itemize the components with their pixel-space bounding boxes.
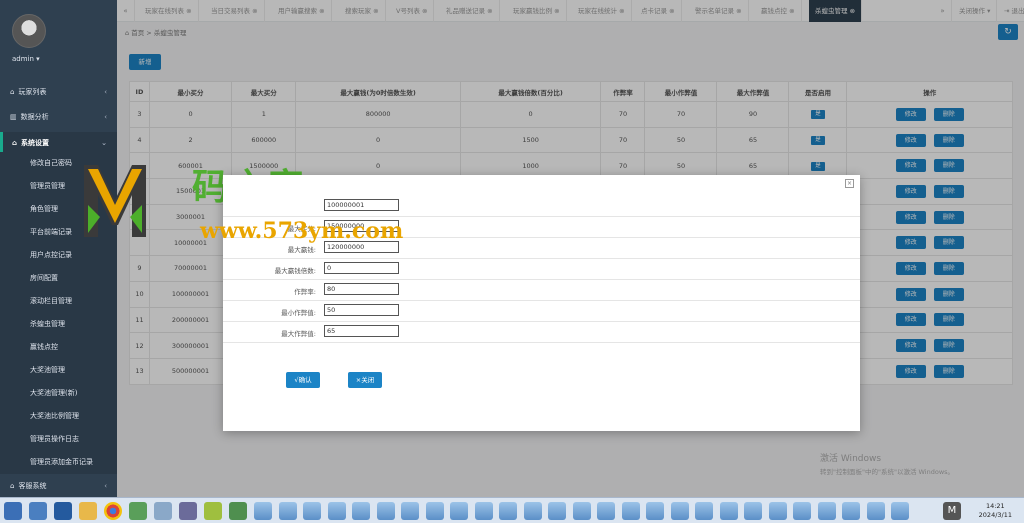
submenu-item[interactable]: 大奖池比例管理 (0, 405, 117, 427)
min-buy-input[interactable] (324, 199, 399, 211)
submenu-item[interactable]: 管理员添加金币记录 (0, 451, 117, 473)
app-icon[interactable] (179, 502, 197, 520)
taskbar-window-icon[interactable] (499, 502, 517, 520)
home-icon: ⌂ (12, 139, 18, 147)
taskbar-window-icon[interactable] (254, 502, 272, 520)
activation-hint: 转到"控制面板"中的"系统"以激活 Windows。 (820, 468, 955, 476)
taskbar-window-icon[interactable] (523, 502, 542, 520)
taskbar-window-icon[interactable] (548, 502, 566, 520)
taskbar-window-icon[interactable] (597, 502, 615, 520)
form-row (223, 196, 860, 217)
app-icon[interactable] (204, 502, 222, 520)
app-icon[interactable] (154, 502, 172, 520)
submenu-item[interactable]: 滚动栏目管理 (0, 290, 117, 312)
confirm-button[interactable]: √确认 (286, 372, 320, 388)
menu-label: 玩家列表 (18, 88, 47, 96)
menu-label: 客服系统 (18, 482, 47, 490)
clock[interactable]: 14:21 2024/3/11 (979, 502, 1012, 520)
user-name: admin (12, 55, 34, 63)
taskbar-window-icon[interactable] (744, 502, 762, 520)
taskbar-window-icon[interactable] (474, 502, 493, 520)
taskbar-window-icon[interactable] (352, 502, 370, 520)
max-cheat-input[interactable] (324, 325, 399, 337)
menu-label: 系统设置 (21, 139, 50, 147)
taskbar-window-icon[interactable] (278, 502, 297, 520)
submenu-item[interactable]: 管理员操作日志 (0, 428, 117, 450)
clock-time: 14:21 (985, 502, 1005, 510)
taskbar-window-icon[interactable] (695, 502, 713, 520)
taskbar-window-icon[interactable] (303, 502, 321, 520)
taskbar-window-icon[interactable] (327, 502, 346, 520)
clock-date: 2024/3/11 (978, 511, 1012, 519)
admin-user-dropdown[interactable]: admin ▾ (12, 55, 40, 63)
m-app-icon[interactable]: M (943, 502, 961, 520)
taskbar-window-icon[interactable] (450, 502, 468, 520)
menu-system-settings[interactable]: ⌂ 系统设置 ⌄ (0, 132, 117, 154)
profile: admin ▾ (0, 0, 117, 76)
sidebar: admin ▾ ⌂ 玩家列表 ‹ ▥ 数据分析 ‹ ⌂ 系统设置 ⌄ 修改自己密码 管理员管… (0, 0, 117, 497)
powershell-icon[interactable] (54, 502, 72, 520)
field-label: 最小作弊值: (281, 309, 316, 317)
watermark-url: www.573ym.com (200, 218, 404, 244)
avatar[interactable] (12, 14, 46, 48)
taskbar: M 14:21 2024/3/11 (0, 497, 1024, 523)
taskbar-window-icon[interactable] (425, 502, 444, 520)
watermark-logo (84, 165, 146, 237)
app-icon[interactable] (129, 502, 147, 520)
chevron-left-icon: ‹ (104, 88, 107, 96)
field-label: 最大赢钱: (287, 246, 316, 254)
close-icon[interactable]: × (845, 179, 854, 188)
form-row: 作弊率: (223, 280, 860, 301)
submenu-item[interactable]: 用户点控记录 (0, 244, 117, 266)
activation-title: 激活 Windows (820, 454, 882, 464)
submenu-item[interactable]: 房间配置 (0, 267, 117, 289)
form-row: 最大作弊值: (223, 322, 860, 343)
chevron-down-icon: ⌄ (101, 139, 107, 147)
taskbar-window-icon[interactable] (891, 502, 909, 520)
taskbar-window-icon[interactable] (866, 502, 885, 520)
taskbar-window-icon[interactable] (646, 502, 664, 520)
chart-icon: ▥ (10, 113, 17, 121)
close-button[interactable]: ×关闭 (348, 372, 382, 388)
min-cheat-input[interactable] (324, 304, 399, 316)
taskbar-window-icon[interactable] (670, 502, 689, 520)
menu-data-analysis[interactable]: ▥ 数据分析 ‹ (0, 106, 117, 128)
app-icon[interactable] (229, 502, 247, 520)
cheat-rate-input[interactable] (324, 283, 399, 295)
taskbar-window-icon[interactable] (817, 502, 836, 520)
menu-label: 数据分析 (20, 113, 49, 121)
home-icon: ⌂ (10, 88, 15, 96)
field-label: 最大赢钱倍数: (274, 267, 316, 275)
form-row: 最大赢钱倍数: (223, 259, 860, 280)
taskbar-window-icon[interactable] (842, 502, 860, 520)
chrome-icon[interactable] (104, 502, 122, 520)
submenu-item[interactable]: 大奖池管理(新) (0, 382, 117, 404)
field-label: 最大作弊值: (281, 330, 316, 338)
menu-player-list[interactable]: ⌂ 玩家列表 ‹ (0, 81, 117, 103)
taskbar-window-icon[interactable] (768, 502, 787, 520)
submenu-item[interactable]: 赢钱点控 (0, 336, 117, 358)
taskbar-window-icon[interactable] (572, 502, 591, 520)
taskbar-window-icon[interactable] (376, 502, 395, 520)
windows-activation-notice: 激活 Windows 转到"控制面板"中的"系统"以激活 Windows。 (820, 451, 954, 476)
submenu-item[interactable]: 大奖池管理 (0, 359, 117, 381)
chevron-left-icon: ‹ (104, 482, 107, 490)
submenu-item[interactable]: 杀蝗虫管理 (0, 313, 117, 335)
start-icon[interactable] (4, 502, 22, 520)
menu-customer-service[interactable]: ⌂ 客服系统 ‹ (0, 475, 117, 497)
taskbar-window-icon[interactable] (719, 502, 738, 520)
folder-icon[interactable] (79, 502, 97, 520)
taskbar-window-icon[interactable] (621, 502, 640, 520)
taskbar-window-icon[interactable] (401, 502, 419, 520)
field-label: 作弊率: (294, 288, 316, 296)
desktop-icon[interactable] (29, 502, 47, 520)
max-win-multiple-input[interactable] (324, 262, 399, 274)
home-icon: ⌂ (10, 482, 15, 490)
form-row: 最小作弊值: (223, 301, 860, 322)
chevron-left-icon: ‹ (104, 113, 107, 121)
edit-modal: × 最大买分: 最大赢钱: 最大赢钱倍数: 作弊率: 最小作弊值: 最大作弊值:… (223, 175, 860, 431)
taskbar-window-icon[interactable] (793, 502, 811, 520)
